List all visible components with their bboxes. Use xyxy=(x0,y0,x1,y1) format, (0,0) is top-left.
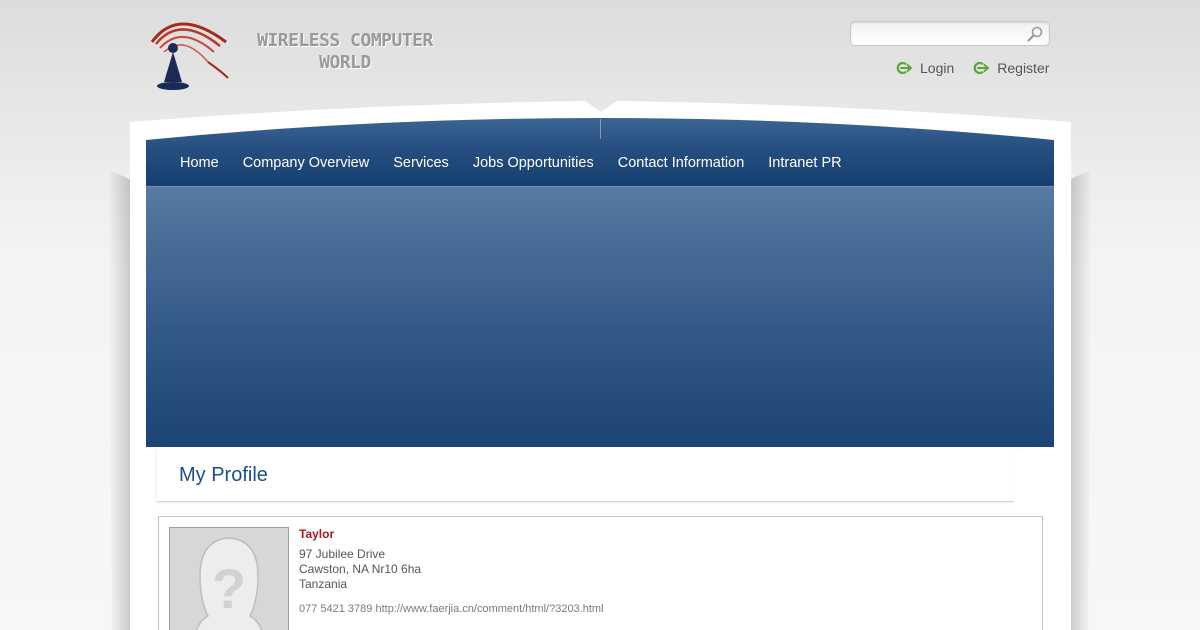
profile-header: My Profile xyxy=(157,448,1014,502)
login-arrow-icon xyxy=(896,61,912,75)
register-label: Register xyxy=(997,60,1050,76)
nav-item-home[interactable]: Home xyxy=(168,155,231,171)
search-box xyxy=(850,21,1050,46)
auth-links: Login Register xyxy=(895,58,1049,78)
login-label: Login xyxy=(920,60,955,76)
hero-banner xyxy=(146,186,1054,447)
register-arrow-icon xyxy=(973,61,990,75)
logo-wordmark: WIRELESS COMPUTER WORLD xyxy=(257,30,433,73)
profile-url-link[interactable]: http://www.faerjia.cn/comment/html/?3203… xyxy=(375,603,603,615)
nav-item-jobs-opportunities[interactable]: Jobs Opportunities xyxy=(461,155,606,171)
address-line-3: Tanzania xyxy=(299,577,348,591)
address-line-1: 97 Jubilee Drive xyxy=(299,547,386,561)
address-line-2: Cawston, NA Nr10 6ha xyxy=(299,562,422,576)
register-link[interactable]: Register xyxy=(972,58,1049,78)
search-input[interactable] xyxy=(857,25,1021,43)
site-logo[interactable]: WIRELESS COMPUTER WORLD xyxy=(148,12,448,94)
page-title: My Profile xyxy=(179,464,268,486)
profile-card: ? Taylor 97 Jubilee Drive Cawston, NA Nr… xyxy=(158,516,1043,630)
antenna-logo-icon xyxy=(150,22,229,90)
profile-name: Taylor xyxy=(299,527,335,541)
nav-item-services[interactable]: Services xyxy=(381,155,461,171)
avatar-placeholder-icon: ? xyxy=(170,528,288,630)
search-icon[interactable] xyxy=(1026,25,1044,43)
login-link[interactable]: Login xyxy=(895,58,954,78)
main-nav: Home Company Overview Services Jobs Oppo… xyxy=(146,140,1054,186)
nav-item-contact-information[interactable]: Contact Information xyxy=(606,155,757,171)
profile-info: Taylor 97 Jubilee Drive Cawston, NA Nr10… xyxy=(299,527,604,617)
svg-text:?: ? xyxy=(212,557,246,620)
nav-item-intranet-pr[interactable]: Intranet PR xyxy=(756,155,853,171)
contact-line: 077 5421 3789 http://www.faerjia.cn/comm… xyxy=(299,602,604,617)
avatar: ? xyxy=(169,527,289,630)
phone-number: 077 5421 3789 xyxy=(299,603,373,615)
nav-item-company-overview[interactable]: Company Overview xyxy=(231,155,382,171)
